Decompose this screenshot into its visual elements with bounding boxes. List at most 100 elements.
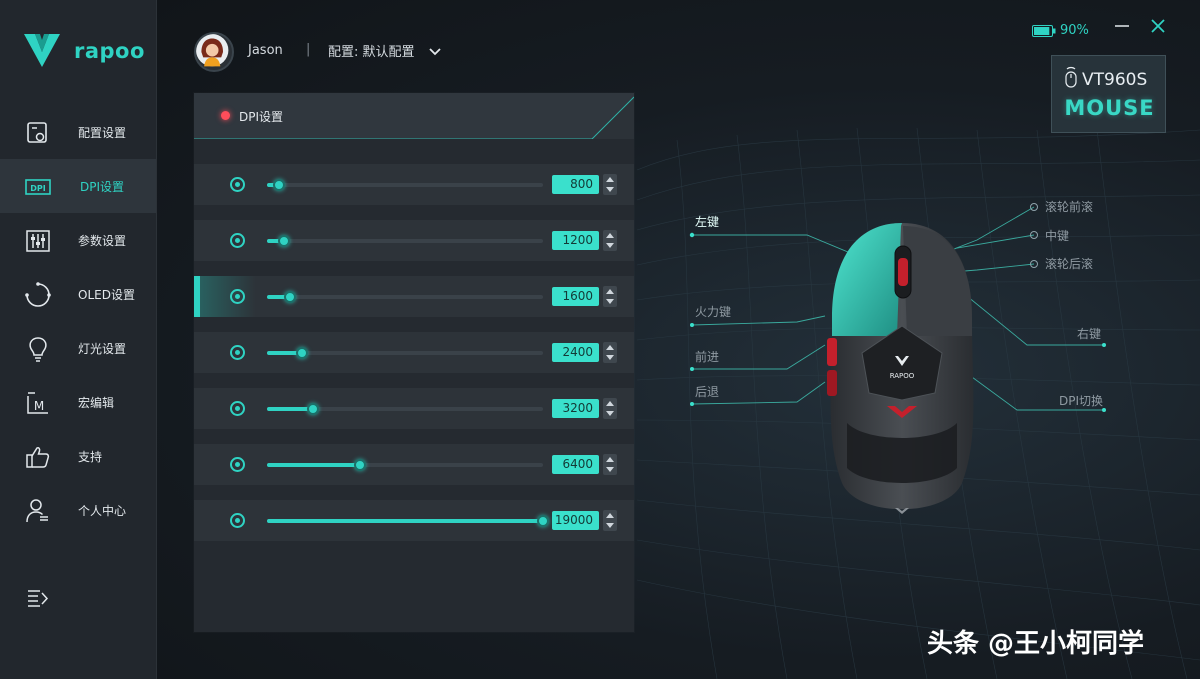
dpi-value-field[interactable]: 3200 [552, 399, 599, 418]
sliders-icon [25, 228, 51, 254]
sidebar-item-parameters[interactable]: 参数设置 [0, 213, 156, 267]
dpi-slider[interactable] [267, 459, 543, 471]
dpi-radio[interactable] [230, 177, 245, 192]
dpi-value-field[interactable]: 19000 [552, 511, 599, 530]
dpi-stepper[interactable] [603, 454, 617, 475]
dpi-slider-thumb[interactable] [307, 403, 319, 415]
profile-label: 配置: [328, 45, 363, 60]
mouse-illustration: RAPOO [827, 223, 974, 514]
callout-fire-button: 火力键 [695, 305, 732, 319]
dpi-radio[interactable] [230, 345, 245, 360]
sidebar-item-user-center[interactable]: 个人中心 [0, 483, 156, 537]
profile-dropdown[interactable]: 配置: 默认配置 [328, 41, 442, 61]
dpi-panel: DPI设置 800 1200 1600 2400 3200 6400 19000 [194, 93, 634, 632]
dpi-value-field[interactable]: 1600 [552, 287, 599, 306]
battery-status: 90% [1032, 20, 1089, 38]
dpi-value-field[interactable]: 1200 [552, 231, 599, 250]
dpi-radio[interactable] [230, 513, 245, 528]
dpi-row[interactable]: 3200 [194, 388, 634, 429]
sidebar-nav: 配置设置 DPI DPI设置 参数设置 OLED设置 灯光设置 M 宏编辑 支持… [0, 105, 156, 537]
oled-icon [25, 282, 51, 308]
dpi-slider[interactable] [267, 179, 543, 191]
dpi-stepper[interactable] [603, 286, 617, 307]
collapse-menu-icon[interactable] [25, 585, 51, 611]
dpi-slider-thumb[interactable] [537, 515, 549, 527]
sidebar-item-label: 支持 [78, 450, 103, 464]
dpi-row[interactable]: 1600 [194, 276, 634, 317]
sidebar-item-dpi[interactable]: DPI DPI设置 [0, 159, 156, 213]
battery-percentage: 90% [1060, 23, 1089, 38]
dpi-row[interactable]: 6400 [194, 444, 634, 485]
status-dot [221, 111, 230, 120]
watermark: 头条 @王小柯同学 [927, 629, 1145, 659]
dpi-slider[interactable] [267, 347, 543, 359]
dpi-stepper[interactable] [603, 342, 617, 363]
dpi-radio[interactable] [230, 233, 245, 248]
sidebar-item-label: 宏编辑 [78, 396, 115, 410]
active-row-indicator [194, 276, 200, 317]
sidebar-item-label: 灯光设置 [78, 342, 127, 356]
svg-text:DPI: DPI [30, 184, 46, 193]
dpi-icon: DPI [25, 174, 51, 200]
dpi-value-field[interactable]: 2400 [552, 343, 599, 362]
dpi-row[interactable]: 1200 [194, 220, 634, 261]
dpi-row[interactable]: 800 [194, 164, 634, 205]
battery-icon [1032, 24, 1056, 37]
avatar[interactable] [194, 32, 234, 72]
sidebar-item-support[interactable]: 支持 [0, 429, 156, 483]
sidebar-item-lighting[interactable]: 灯光设置 [0, 321, 156, 375]
callout-wheel-back: 滚轮后滚 [1045, 257, 1094, 271]
sidebar-item-oled[interactable]: OLED设置 [0, 267, 156, 321]
dpi-radio[interactable] [230, 457, 245, 472]
minimize-button[interactable] [1112, 16, 1132, 36]
dpi-slider-thumb[interactable] [284, 291, 296, 303]
user-center-icon [25, 498, 51, 524]
dpi-slider-thumb[interactable] [296, 347, 308, 359]
dpi-stepper[interactable] [603, 398, 617, 419]
callout-right-button: 右键 [1077, 327, 1102, 341]
thumbs-up-icon [25, 444, 51, 470]
callout-forward: 前进 [695, 350, 720, 364]
dpi-slider-thumb[interactable] [354, 459, 366, 471]
dpi-slider-fill [267, 463, 360, 467]
close-button[interactable] [1148, 16, 1168, 36]
callout-left-button: 左键 [695, 215, 720, 229]
wireless-mouse-icon [1065, 66, 1077, 88]
sidebar: rapoo 配置设置 DPI DPI设置 参数设置 OLED设置 灯光设置 M … [0, 0, 157, 679]
app-window: rapoo 配置设置 DPI DPI设置 参数设置 OLED设置 灯光设置 M … [0, 0, 1200, 679]
panel-header: DPI设置 [194, 93, 634, 139]
dpi-slider-thumb[interactable] [273, 179, 285, 191]
device-card[interactable]: VT960S MOUSE [1051, 55, 1166, 133]
device-model: VT960S [1082, 70, 1148, 90]
sidebar-item-profile-settings[interactable]: 配置设置 [0, 105, 156, 159]
rapoo-logo-icon [24, 34, 60, 67]
dpi-slider[interactable] [267, 403, 543, 415]
dpi-value-field[interactable]: 800 [552, 175, 599, 194]
panel-title: DPI设置 [239, 110, 284, 124]
dpi-slider[interactable] [267, 235, 543, 247]
sidebar-item-label: OLED设置 [78, 288, 135, 302]
dpi-stepper[interactable] [603, 230, 617, 251]
callout-back: 后退 [695, 385, 720, 399]
sidebar-item-macro[interactable]: M 宏编辑 [0, 375, 156, 429]
dpi-slider[interactable] [267, 291, 543, 303]
dpi-slider[interactable] [267, 515, 549, 527]
callout-middle-button: 中键 [1045, 229, 1070, 243]
dpi-radio[interactable] [230, 401, 245, 416]
profile-settings-icon [25, 120, 51, 146]
dpi-radio[interactable] [230, 289, 245, 304]
svg-text:RAPOO: RAPOO [890, 372, 915, 380]
profile-value: 默认配置 [362, 45, 415, 60]
dpi-value-field[interactable]: 6400 [552, 455, 599, 474]
dpi-slider-thumb[interactable] [278, 235, 290, 247]
dpi-slider-fill [267, 519, 543, 523]
sidebar-item-label: 配置设置 [78, 126, 127, 140]
header-separator: | [306, 42, 311, 57]
dpi-stepper[interactable] [603, 510, 617, 531]
dpi-stepper[interactable] [603, 174, 617, 195]
dpi-row[interactable]: 19000 [194, 500, 634, 541]
callout-dpi-switch: DPI切换 [1059, 394, 1104, 408]
dpi-row[interactable]: 2400 [194, 332, 634, 373]
brand-name: rapoo [74, 39, 145, 63]
svg-text:M: M [34, 399, 44, 413]
